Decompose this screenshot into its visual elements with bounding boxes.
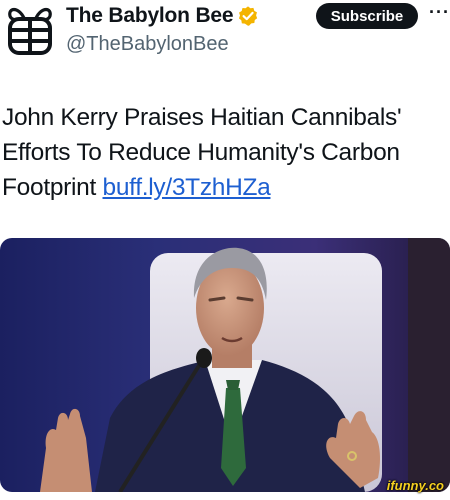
subscribe-button[interactable]: Subscribe <box>316 3 418 29</box>
tweet-header: The Babylon Bee @TheBabylonBee Subscribe… <box>0 0 450 60</box>
watermark: ifunny.co <box>386 478 444 493</box>
bee-logo-icon[interactable] <box>4 4 56 56</box>
verified-badge-icon <box>239 6 258 26</box>
tweet-text: John Kerry Praises Haitian Cannibals' Ef… <box>2 100 448 205</box>
display-name[interactable]: The Babylon Bee <box>66 4 234 28</box>
tweet-photo[interactable] <box>0 238 450 492</box>
author-handle[interactable]: @TheBabylonBee <box>66 33 229 56</box>
author-name-row[interactable]: The Babylon Bee <box>66 3 259 29</box>
more-options-icon[interactable]: ··· <box>429 2 450 23</box>
tweet-link[interactable]: buff.ly/3TzhHZa <box>103 174 271 201</box>
